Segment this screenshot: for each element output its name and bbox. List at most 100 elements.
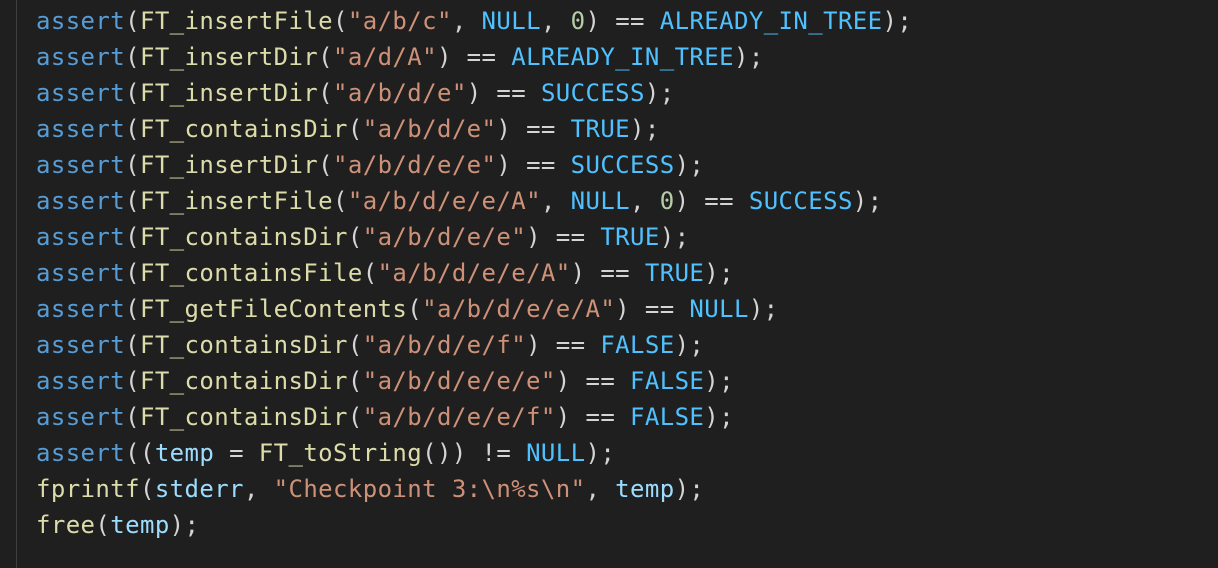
- code-token: (: [125, 367, 140, 395]
- code-token: ,: [451, 7, 482, 35]
- code-line[interactable]: assert(FT_containsDir("a/b/d/e/e") == TR…: [36, 219, 912, 255]
- code-token: ,: [540, 187, 571, 215]
- code-token: assert: [36, 439, 126, 467]
- code-line[interactable]: assert(FT_insertFile("a/b/d/e/e/A", NULL…: [36, 183, 912, 219]
- code-token: ,: [540, 7, 571, 35]
- code-token: (: [407, 295, 423, 323]
- code-token: );: [585, 439, 616, 467]
- code-token: "a/d/A": [333, 43, 437, 71]
- code-token: );: [630, 115, 660, 143]
- code-token: ,: [585, 475, 616, 503]
- code-token: );: [644, 79, 675, 107]
- code-token: TRUE: [600, 223, 660, 251]
- code-token: assert: [36, 295, 126, 323]
- code-token: SUCCESS: [748, 187, 853, 215]
- code-token: (: [125, 187, 140, 215]
- code-token: );: [674, 331, 705, 359]
- code-token: (: [347, 115, 363, 143]
- code-token: "a/b/d/e/f": [362, 331, 527, 359]
- code-token: ) ==: [436, 43, 512, 71]
- code-editor[interactable]: assert(FT_insertFile("a/b/c", NULL, 0) =…: [0, 0, 1218, 568]
- code-token: FALSE: [630, 403, 705, 431]
- code-token: assert: [36, 151, 126, 179]
- code-token: "a/b/c": [347, 7, 452, 35]
- code-line[interactable]: assert(FT_containsFile("a/b/d/e/e/A") ==…: [36, 255, 912, 291]
- code-token: (: [139, 475, 155, 503]
- code-token: TRUE: [644, 259, 705, 287]
- code-token: ,: [630, 187, 660, 215]
- code-token: NULL: [526, 439, 586, 467]
- code-line[interactable]: assert(FT_containsDir("a/b/d/e/e/e") == …: [36, 363, 912, 399]
- code-token: FT_containsFile: [139, 259, 363, 287]
- code-token: assert: [36, 259, 126, 287]
- code-token: (: [125, 403, 140, 431]
- code-token: );: [659, 223, 690, 251]
- code-token: "Checkpoint 3:\n%s\n": [273, 475, 586, 503]
- code-token: assert: [36, 331, 126, 359]
- code-token: ) ==: [496, 151, 571, 179]
- code-token: 0: [659, 187, 675, 215]
- code-token: "a/b/d/e/e/f": [362, 403, 556, 431]
- code-token: FT_containsDir: [139, 403, 348, 431]
- code-token: "a/b/d/e/e/A": [347, 187, 541, 215]
- code-line[interactable]: assert(FT_insertDir("a/d/A") == ALREADY_…: [36, 39, 912, 75]
- code-token: stderr: [154, 475, 244, 503]
- code-token: temp: [154, 439, 215, 467]
- code-token: FT_containsDir: [139, 331, 348, 359]
- code-token: ) ==: [555, 403, 631, 431]
- code-token: );: [733, 43, 764, 71]
- code-token: (: [347, 403, 363, 431]
- code-token: ALREADY_IN_TREE: [511, 43, 734, 71]
- code-token: );: [852, 187, 883, 215]
- code-token: ) ==: [674, 187, 749, 215]
- code-token: NULL: [481, 7, 541, 35]
- code-token: FT_insertFile: [139, 187, 334, 215]
- code-line[interactable]: assert(FT_getFileContents("a/b/d/e/e/A")…: [36, 291, 912, 327]
- code-token: (: [347, 223, 363, 251]
- code-line[interactable]: assert(FT_insertDir("a/b/d/e") == SUCCES…: [36, 75, 912, 111]
- code-token: (: [125, 115, 140, 143]
- code-token: FALSE: [600, 331, 675, 359]
- code-token: assert: [36, 43, 126, 71]
- code-line[interactable]: assert(FT_containsDir("a/b/d/e/f") == FA…: [36, 327, 912, 363]
- code-token: (: [125, 7, 140, 35]
- code-token: ) ==: [585, 7, 660, 35]
- code-token: ) ==: [555, 367, 631, 395]
- code-token: );: [674, 475, 705, 503]
- code-token: ) ==: [496, 115, 571, 143]
- code-token: NULL: [689, 295, 749, 323]
- code-line[interactable]: assert(FT_insertFile("a/b/c", NULL, 0) =…: [36, 3, 912, 39]
- code-line[interactable]: assert((temp = FT_toString()) != NULL);: [36, 435, 912, 471]
- code-line[interactable]: free(temp);: [36, 507, 912, 543]
- code-token: ) ==: [526, 223, 601, 251]
- code-token: free: [36, 511, 96, 539]
- code-token: ()) !=: [422, 439, 527, 467]
- code-token: (: [125, 295, 140, 323]
- code-token: (: [318, 79, 334, 107]
- code-token: assert: [36, 115, 126, 143]
- code-line[interactable]: fprintf(stderr, "Checkpoint 3:\n%s\n", t…: [36, 471, 912, 507]
- code-token: 0: [570, 7, 586, 35]
- code-token: (: [333, 187, 348, 215]
- code-token: (: [347, 331, 363, 359]
- code-token: FT_insertDir: [139, 79, 319, 107]
- code-lines[interactable]: assert(FT_insertFile("a/b/c", NULL, 0) =…: [36, 3, 912, 543]
- code-token: (: [125, 223, 140, 251]
- code-line[interactable]: assert(FT_containsDir("a/b/d/e") == TRUE…: [36, 111, 912, 147]
- code-token: FT_insertDir: [139, 151, 319, 179]
- code-token: FT_toString: [258, 439, 423, 467]
- code-token: temp: [110, 511, 170, 539]
- code-token: (: [362, 259, 378, 287]
- code-token: "a/b/d/e/e/A": [377, 259, 571, 287]
- code-line[interactable]: assert(FT_insertDir("a/b/d/e/e") == SUCC…: [36, 147, 912, 183]
- code-token: ) ==: [570, 259, 645, 287]
- code-token: fprintf: [36, 475, 140, 503]
- code-token: (: [95, 511, 111, 539]
- code-token: (: [125, 43, 140, 71]
- code-token: );: [704, 259, 734, 287]
- code-token: "a/b/d/e/e": [362, 223, 527, 251]
- code-token: FT_containsDir: [139, 115, 348, 143]
- code-token: TRUE: [570, 115, 631, 143]
- code-token: SUCCESS: [540, 79, 645, 107]
- code-line[interactable]: assert(FT_containsDir("a/b/d/e/e/f") == …: [36, 399, 912, 435]
